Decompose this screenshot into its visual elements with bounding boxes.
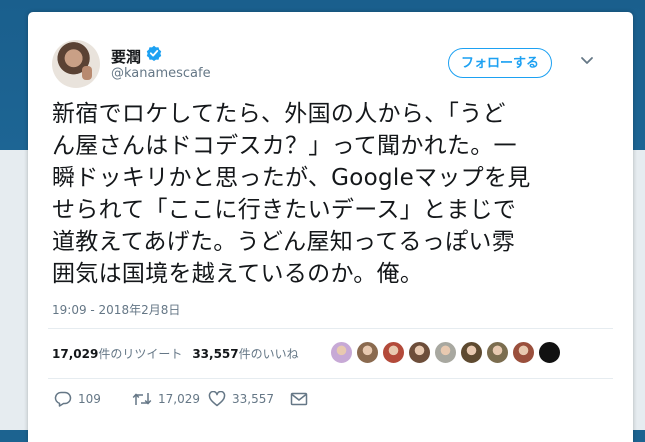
reply-button[interactable]: 109 <box>54 391 101 407</box>
retweet-button[interactable]: 17,029 <box>132 391 200 407</box>
direct-message-button[interactable] <box>290 391 308 407</box>
tweet-card: 要潤 @kanamescafe フォローする 新宿でロケしてたら、外国の人から、… <box>28 12 633 442</box>
reply-count: 109 <box>78 392 101 406</box>
retweets-label: 件のリツイート <box>98 347 183 361</box>
display-name[interactable]: 要潤 <box>111 46 141 67</box>
retweets-count: 17,029 <box>52 347 99 361</box>
engagement-stats: 17,029件のリツイート 33,557件のいいね <box>52 345 299 362</box>
liker-avatar-1-icon[interactable] <box>330 341 353 364</box>
retweets-stat[interactable]: 17,029件のリツイート <box>52 347 182 361</box>
liker-avatar-8-icon[interactable] <box>512 341 535 364</box>
envelope-icon <box>290 392 308 406</box>
chevron-down-icon[interactable] <box>580 56 594 66</box>
liker-avatar-4-icon[interactable] <box>408 341 431 364</box>
tweet-timestamp[interactable]: 19:09 - 2018年2月8日 <box>52 301 180 318</box>
liker-avatar-3-icon[interactable] <box>382 341 405 364</box>
liker-avatar-2-icon[interactable] <box>356 341 379 364</box>
divider <box>48 328 613 329</box>
heart-icon <box>208 390 226 407</box>
tweet-text: 新宿でロケしてたら、外国の人から、「うど ん屋さんはドコデスカ？」って聞かれた。… <box>52 101 531 287</box>
liker-avatar-6-icon[interactable] <box>460 341 483 364</box>
avatar[interactable] <box>52 40 100 88</box>
liker-avatar-9-icon[interactable] <box>538 341 561 364</box>
reply-icon <box>54 391 72 407</box>
likes-stat[interactable]: 33,557件のいいね <box>192 347 298 361</box>
like-button[interactable]: 33,557 <box>208 390 274 407</box>
retweet-icon <box>132 393 152 405</box>
liker-avatar-5-icon[interactable] <box>434 341 457 364</box>
likes-label: 件のいいね <box>238 347 299 361</box>
verified-badge-icon <box>146 45 162 61</box>
liker-avatar-7-icon[interactable] <box>486 341 509 364</box>
likes-count: 33,557 <box>192 347 239 361</box>
user-handle[interactable]: @kanamescafe <box>111 66 211 81</box>
retweet-count: 17,029 <box>158 392 200 406</box>
follow-button[interactable]: フォローする <box>448 48 552 78</box>
divider <box>48 378 613 379</box>
like-count: 33,557 <box>232 392 274 406</box>
